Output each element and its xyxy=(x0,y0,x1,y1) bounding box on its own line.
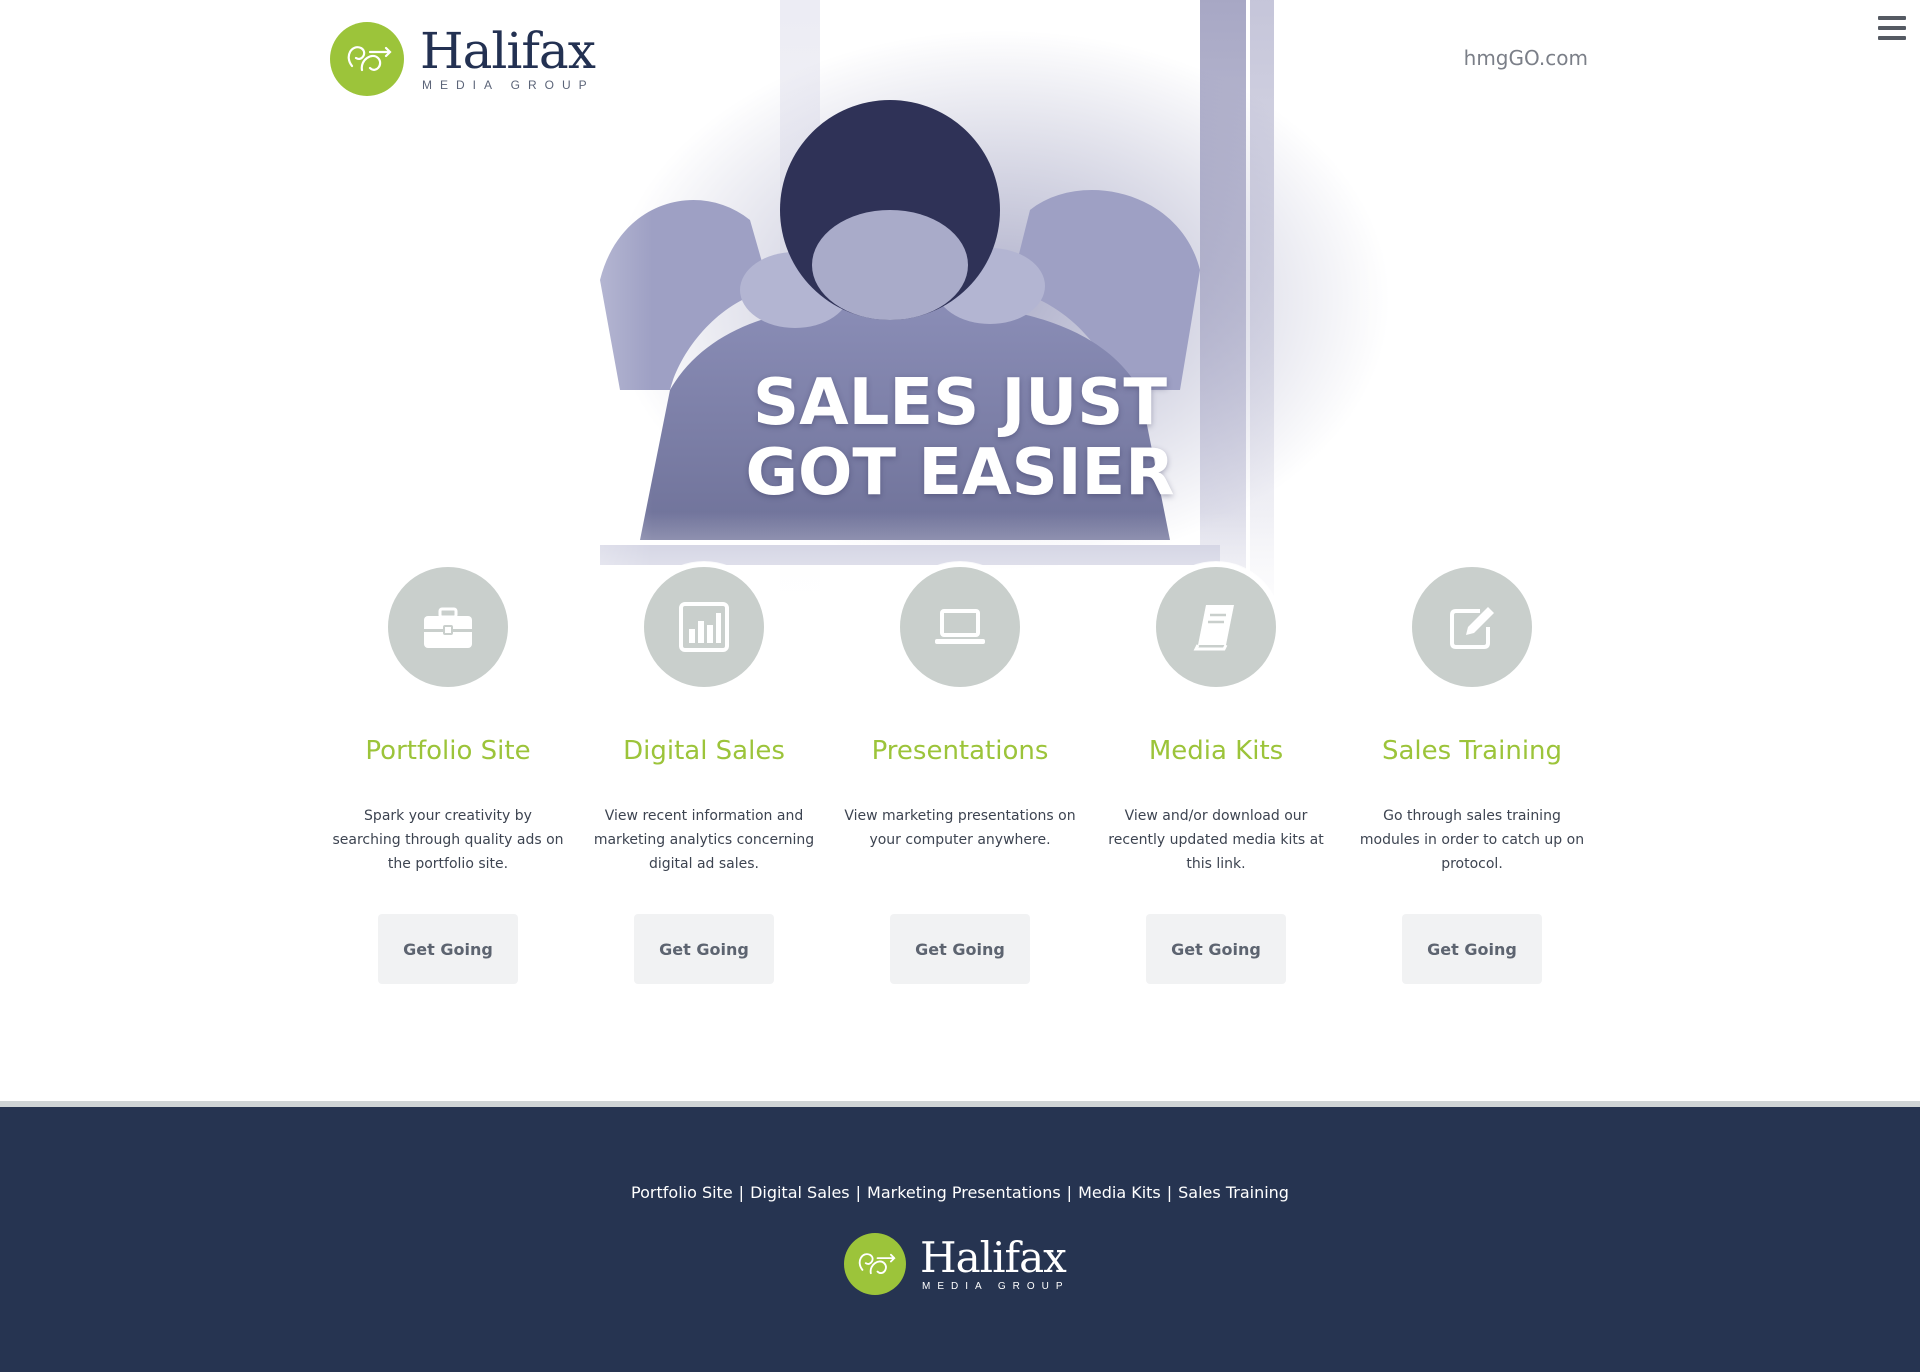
footer-separator: | xyxy=(1066,1183,1073,1202)
menu-bar xyxy=(1878,36,1906,40)
header-logo[interactable]: Halifax MEDIA GROUP xyxy=(330,22,596,96)
feature-description: View marketing presentations on your com… xyxy=(844,808,1076,848)
feature-title: Media Kits xyxy=(1148,736,1284,766)
feature-description: Spark your creativity by searching throu… xyxy=(332,808,564,872)
footer-separator: | xyxy=(855,1183,862,1202)
halifax-swirl-logo-icon xyxy=(844,1233,906,1295)
feature-title: Presentations xyxy=(871,736,1049,766)
footer-link-marketing-presentations[interactable]: Marketing Presentations xyxy=(867,1183,1061,1202)
hmggo-site-link[interactable]: hmgGO.com xyxy=(1464,46,1588,70)
hero-headline-line2: GOT EASIER xyxy=(745,436,1175,510)
feature-title: Portfolio Site xyxy=(365,736,531,766)
feature-icon-circle xyxy=(383,562,513,692)
feature-presentations: Presentations View marketing presentatio… xyxy=(832,562,1088,984)
edit-icon xyxy=(1450,607,1494,649)
get-going-button[interactable]: Get Going xyxy=(378,914,518,984)
feature-portfolio-site: Portfolio Site Spark your creativity by … xyxy=(320,562,576,984)
halifax-swirl-logo-icon xyxy=(330,22,404,96)
footer-separator: | xyxy=(1166,1183,1173,1202)
footer-separator: | xyxy=(738,1183,745,1202)
bar-chart-icon xyxy=(679,602,729,652)
feature-media-kits: Media Kits View and/or download our rece… xyxy=(1088,562,1344,984)
footer-link-portfolio-site[interactable]: Portfolio Site xyxy=(631,1183,733,1202)
hero-headline: SALES JUST GOT EASIER xyxy=(660,368,1260,508)
menu-bar xyxy=(1878,16,1906,20)
feature-sales-training: Sales Training Go through sales training… xyxy=(1344,562,1600,984)
feature-icon-circle xyxy=(1407,562,1537,692)
get-going-button[interactable]: Get Going xyxy=(1402,914,1542,984)
footer: Portfolio Site | Digital Sales | Marketing P… xyxy=(0,1107,1920,1372)
feature-icon-circle xyxy=(1151,562,1281,692)
menu-bar xyxy=(1878,26,1906,30)
footer-logo-wordmark: Halifax xyxy=(920,1232,1067,1282)
briefcase-icon xyxy=(424,607,472,648)
feature-description: View and/or download our recently update… xyxy=(1108,808,1324,872)
hero-section: SALES JUST GOT EASIER xyxy=(0,0,1920,640)
logo-subtitle: MEDIA GROUP xyxy=(422,78,595,92)
footer-link-digital-sales[interactable]: Digital Sales xyxy=(750,1183,850,1202)
feature-description: View recent information and marketing an… xyxy=(593,808,815,872)
feature-icon-circle xyxy=(639,562,769,692)
get-going-button[interactable]: Get Going xyxy=(890,914,1030,984)
get-going-button[interactable]: Get Going xyxy=(634,914,774,984)
feature-digital-sales: Digital Sales View recent information an… xyxy=(576,562,832,984)
feature-icon-circle xyxy=(895,562,1025,692)
hero-headline-line1: SALES JUST xyxy=(752,366,1168,440)
footer-link-sales-training[interactable]: Sales Training xyxy=(1178,1183,1289,1202)
logo-wordmark: Halifax xyxy=(420,22,596,80)
book-icon xyxy=(1193,605,1234,651)
footer-logo-subtitle: MEDIA GROUP xyxy=(922,1280,1070,1292)
footer-logo[interactable]: Halifax MEDIA GROUP xyxy=(844,1233,1070,1295)
hero-fade-overlay xyxy=(0,0,1920,640)
hamburger-menu-icon[interactable] xyxy=(1878,16,1906,40)
feature-description: Go through sales training modules in ord… xyxy=(1359,808,1585,872)
footer-link-media-kits[interactable]: Media Kits xyxy=(1078,1183,1161,1202)
laptop-icon xyxy=(935,609,985,644)
feature-title: Digital Sales xyxy=(623,736,785,766)
footer-nav: Portfolio Site | Digital Sales | Marketing P… xyxy=(0,1183,1920,1202)
feature-grid: Portfolio Site Spark your creativity by … xyxy=(320,562,1600,984)
get-going-button[interactable]: Get Going xyxy=(1146,914,1286,984)
feature-title: Sales Training xyxy=(1381,736,1563,766)
